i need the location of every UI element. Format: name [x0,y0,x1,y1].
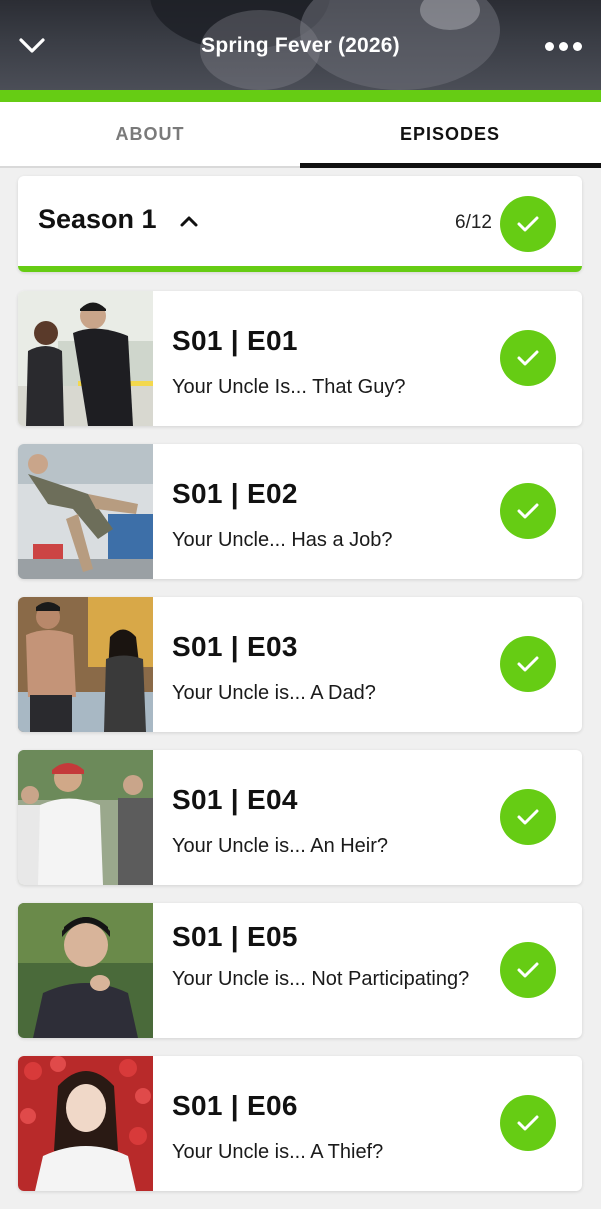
episode-thumbnail [18,597,153,732]
episode-row[interactable]: S01 | E03 Your Uncle is... A Dad? [18,597,582,732]
tab-episodes[interactable]: EPISODES [300,102,601,168]
tab-bar: ABOUT EPISODES [0,102,601,168]
episode-code: S01 | E06 [172,1090,298,1121]
episode-title: Your Uncle is... An Heir? [172,835,389,857]
watched-check-icon[interactable] [500,330,556,386]
episode-row[interactable]: S01 | E01 Your Uncle Is... That Guy? [18,291,582,426]
more-dots-icon[interactable] [541,34,585,58]
tab-about[interactable]: ABOUT [0,102,300,166]
chevron-up-icon[interactable] [178,210,200,232]
watched-check-icon[interactable] [500,942,556,998]
episode-title: Your Uncle is... A Thief? [172,1141,384,1163]
page-title: Spring Fever (2026) [201,34,400,57]
episode-title: Your Uncle Is... That Guy? [172,376,406,398]
episode-row[interactable]: S01 | E02 Your Uncle... Has a Job? [18,444,582,579]
episode-code: S01 | E01 [172,325,298,356]
active-tab-indicator [300,163,601,168]
season-check-icon[interactable] [500,196,556,252]
episode-row[interactable]: S01 | E06 Your Uncle is... A Thief? [18,1056,582,1191]
season-header[interactable]: Season 1 6/12 [18,176,582,272]
episode-code: S01 | E04 [172,784,298,815]
episode-code: S01 | E05 [172,921,298,952]
episode-title: Your Uncle... Has a Job? [172,529,393,551]
episode-row[interactable]: S01 | E04 Your Uncle is... An Heir? [18,750,582,885]
season-watched-count: 6/12 [455,212,492,233]
episode-thumbnail [18,1056,153,1191]
episode-code: S01 | E03 [172,631,298,662]
header: Spring Fever (2026) [0,0,601,90]
accent-bar [0,90,601,102]
watched-check-icon[interactable] [500,636,556,692]
episode-thumbnail [18,903,153,1038]
episode-code: S01 | E02 [172,478,298,509]
tab-episodes-label: EPISODES [399,123,501,144]
episode-thumbnail [18,444,153,579]
episode-title: Your Uncle is... A Dad? [172,682,376,704]
episode-title: Your Uncle is... Not Participating? [172,968,470,990]
tab-about-label: ABOUT [115,123,185,144]
episode-list: S01 | E01 Your Uncle Is... That Guy? S01… [18,291,582,1209]
episode-row[interactable]: S01 | E05 Your Uncle is... Not Participa… [18,903,582,1038]
watched-check-icon[interactable] [500,789,556,845]
season-label: Season 1 [38,204,157,234]
watched-check-icon[interactable] [500,1095,556,1151]
episode-thumbnail [18,750,153,885]
watched-check-icon[interactable] [500,483,556,539]
season-progress-line [18,266,582,272]
episode-thumbnail [18,291,153,426]
